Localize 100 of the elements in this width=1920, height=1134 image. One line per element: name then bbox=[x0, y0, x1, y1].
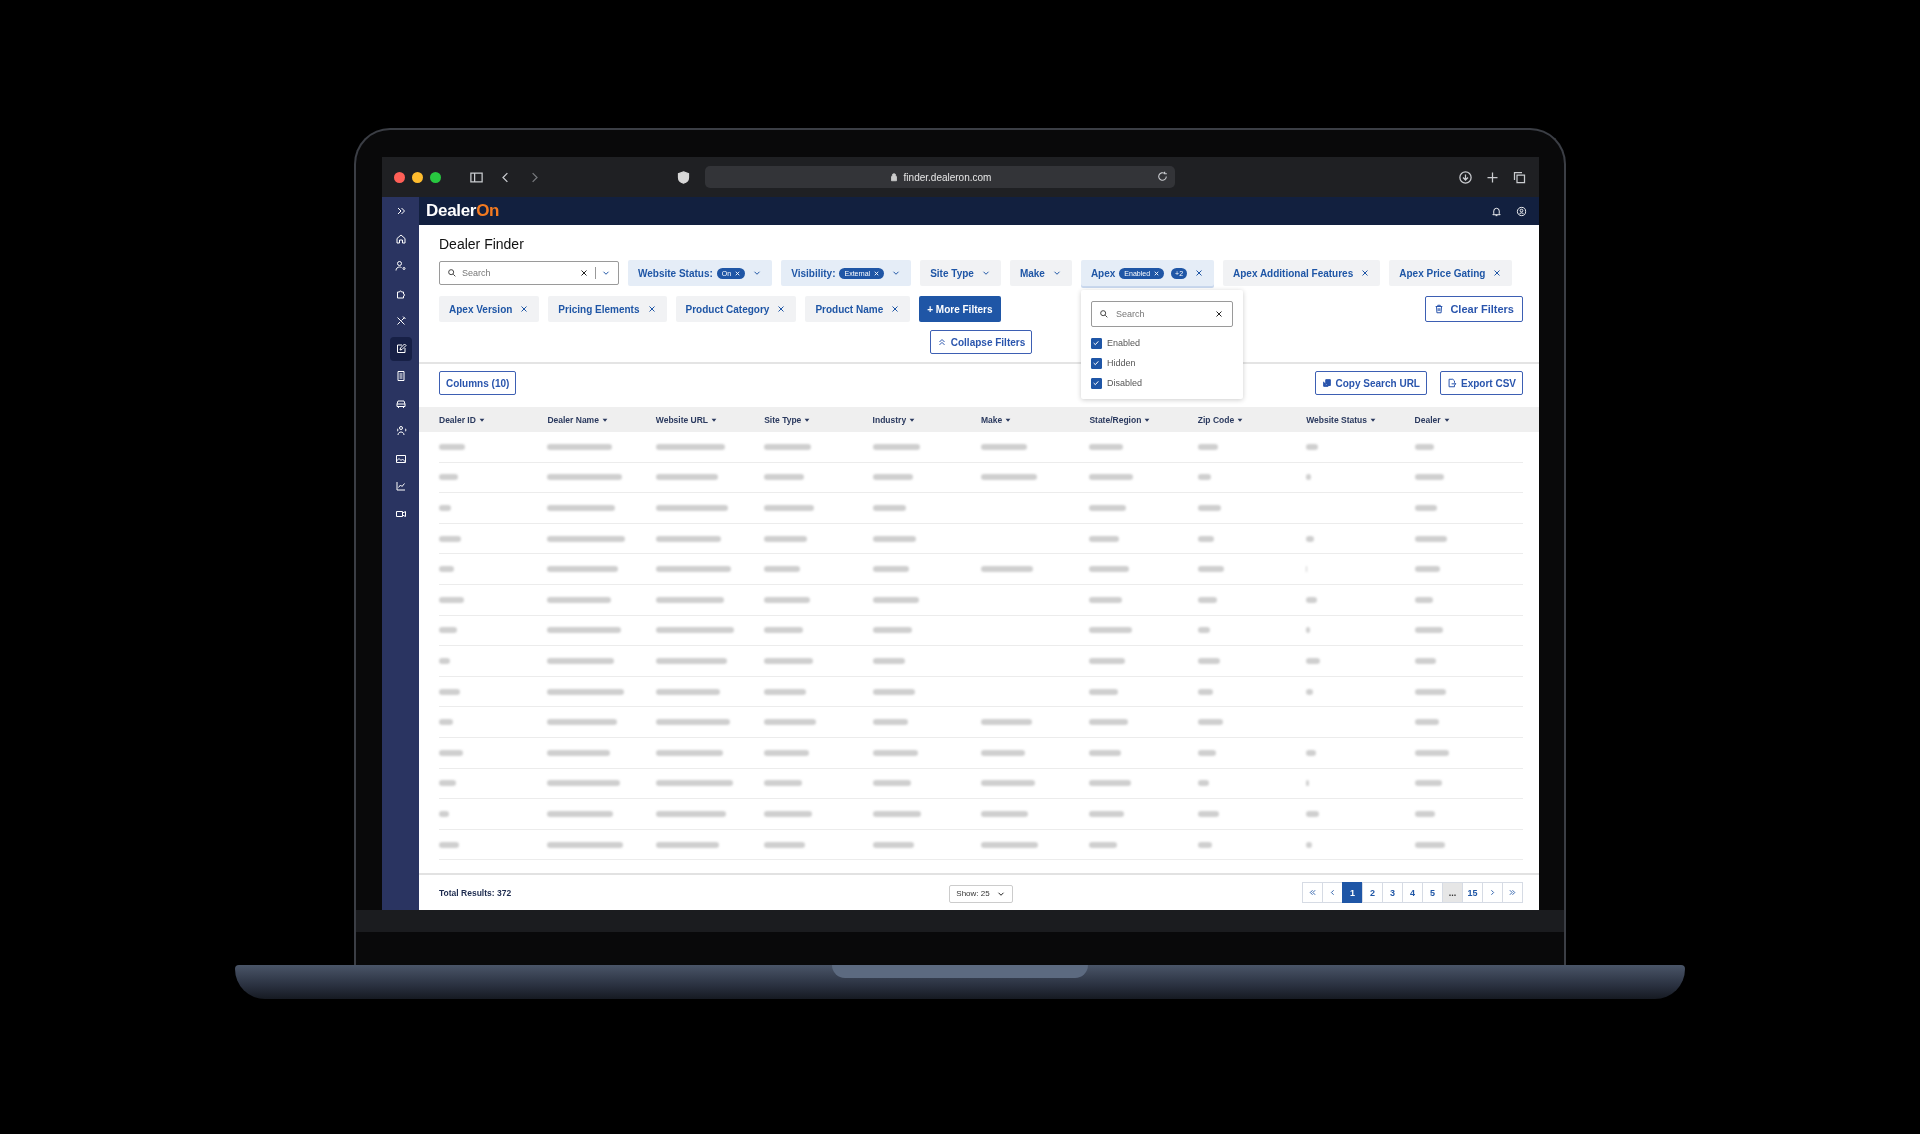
remove-icon[interactable] bbox=[734, 269, 742, 277]
people-icon bbox=[394, 425, 407, 437]
column-header[interactable]: Site Type bbox=[764, 414, 811, 425]
filter-label: Product Category bbox=[685, 303, 770, 315]
filter-label: Apex bbox=[1090, 267, 1116, 279]
filter-label: Apex Price Gating bbox=[1399, 267, 1486, 279]
download-icon[interactable] bbox=[1458, 169, 1473, 185]
remove-icon[interactable] bbox=[646, 304, 657, 314]
blurred-text bbox=[981, 474, 1037, 481]
column-header[interactable]: Dealer Name bbox=[547, 414, 608, 425]
column-header[interactable]: Industry bbox=[872, 414, 916, 425]
columns-button[interactable]: Columns (10) bbox=[439, 371, 517, 395]
blurred-text bbox=[1306, 535, 1315, 542]
blurred-text bbox=[1306, 627, 1311, 634]
sidebar-button[interactable] bbox=[389, 336, 412, 361]
clear-icon[interactable] bbox=[1213, 309, 1224, 319]
address-bar[interactable]: finder.dealeron.com bbox=[705, 166, 1175, 188]
filter-chip[interactable]: Product Name bbox=[805, 296, 911, 322]
tools-icon bbox=[394, 315, 407, 327]
blurred-text bbox=[981, 749, 1025, 756]
page-size-select[interactable]: Show: 25 bbox=[949, 884, 1013, 903]
chevron-left-icon bbox=[1328, 888, 1337, 897]
export-csv-button[interactable]: Export CSV bbox=[1440, 371, 1523, 395]
document-icon bbox=[394, 370, 407, 382]
user-icon[interactable] bbox=[1516, 205, 1527, 217]
blurred-text bbox=[764, 505, 815, 511]
minimize-window-button[interactable] bbox=[412, 171, 423, 183]
page-button[interactable]: 4 bbox=[1402, 882, 1423, 903]
clear-icon[interactable] bbox=[579, 268, 589, 278]
column-header[interactable]: Zip Code bbox=[1197, 414, 1244, 425]
remove-icon[interactable] bbox=[519, 304, 530, 314]
page-button[interactable]: 3 bbox=[1382, 882, 1403, 903]
sidebar-toggle-icon[interactable] bbox=[469, 169, 484, 185]
chevron-right-icon bbox=[1488, 888, 1497, 897]
column-header[interactable]: Dealer bbox=[1414, 414, 1450, 425]
blurred-text bbox=[1306, 474, 1312, 481]
filter-chip[interactable]: Product Category bbox=[675, 296, 797, 322]
sort-caret-icon bbox=[1144, 416, 1151, 423]
checkbox[interactable] bbox=[1090, 337, 1102, 349]
column-header[interactable]: Dealer ID bbox=[439, 414, 485, 425]
remove-icon[interactable] bbox=[890, 304, 901, 314]
checkbox[interactable] bbox=[1090, 357, 1102, 369]
page-button[interactable]: 5 bbox=[1422, 882, 1443, 903]
filter-chip[interactable]: Apex Additional Features bbox=[1223, 260, 1381, 286]
blurred-text bbox=[764, 443, 812, 450]
filter-chip[interactable]: Apex Price Gating bbox=[1389, 260, 1513, 286]
shield-icon[interactable] bbox=[676, 169, 691, 185]
tabs-icon[interactable] bbox=[1512, 169, 1527, 185]
collapse-filters-button[interactable]: Collapse Filters bbox=[929, 330, 1033, 354]
reload-icon[interactable] bbox=[1156, 170, 1169, 183]
maximize-window-button[interactable] bbox=[430, 171, 441, 183]
blurred-text bbox=[439, 657, 450, 664]
blurred-text bbox=[764, 780, 803, 787]
clear-filters-button[interactable]: Clear Filters bbox=[1425, 296, 1523, 322]
close-window-button[interactable] bbox=[394, 171, 405, 183]
page-button[interactable]: 15 bbox=[1462, 882, 1483, 903]
blurred-text bbox=[1197, 780, 1209, 787]
blurred-text bbox=[655, 596, 724, 603]
blurred-text bbox=[439, 841, 459, 848]
total-results: Total Results: 372 bbox=[439, 887, 513, 898]
blurred-text bbox=[981, 780, 1035, 787]
filter-label: Visibility: bbox=[791, 267, 836, 279]
column-header[interactable]: Website Status bbox=[1306, 414, 1376, 425]
checkbox[interactable] bbox=[1090, 377, 1102, 389]
chart-icon bbox=[394, 480, 407, 492]
filter-label: Apex Additional Features bbox=[1233, 267, 1354, 279]
remove-icon[interactable] bbox=[1360, 268, 1371, 278]
remove-icon[interactable] bbox=[776, 304, 787, 314]
search-field[interactable]: Search bbox=[439, 261, 619, 285]
previous-page-button[interactable] bbox=[1322, 882, 1343, 903]
blurred-text bbox=[1306, 841, 1313, 848]
more-filters-button[interactable]: + More Filters bbox=[919, 296, 1001, 322]
page-button[interactable]: 2 bbox=[1362, 882, 1383, 903]
copy-search-url-button[interactable]: Copy Search URL bbox=[1314, 371, 1427, 395]
blurred-text bbox=[872, 443, 920, 450]
column-header[interactable]: State/Region bbox=[1089, 414, 1151, 425]
column-header[interactable]: Make bbox=[981, 414, 1012, 425]
logo[interactable]: DealerOn bbox=[426, 201, 500, 221]
blurred-text bbox=[1089, 535, 1120, 542]
blurred-text bbox=[547, 810, 614, 817]
blurred-text bbox=[1306, 688, 1314, 695]
blurred-text bbox=[1197, 719, 1223, 726]
bell-icon[interactable] bbox=[1491, 205, 1502, 217]
filter-chip[interactable]: Pricing Elements bbox=[548, 296, 667, 322]
filter-chip[interactable]: Apex Version bbox=[439, 296, 540, 322]
page-button[interactable]: 1 bbox=[1342, 882, 1363, 903]
remove-icon[interactable] bbox=[873, 269, 881, 277]
filter-chip[interactable]: Make bbox=[1009, 260, 1072, 286]
search-field[interactable]: Search bbox=[1090, 301, 1233, 327]
option-label: Enabled bbox=[1106, 338, 1140, 348]
check-icon bbox=[1092, 379, 1101, 387]
blurred-text bbox=[1089, 443, 1124, 450]
blurred-text bbox=[872, 505, 906, 511]
blurred-text bbox=[1197, 596, 1217, 603]
filter-chip[interactable]: Site Type bbox=[920, 260, 1001, 286]
blurred-text bbox=[655, 688, 720, 695]
remove-icon[interactable] bbox=[1194, 268, 1205, 278]
column-header[interactable]: Website URL bbox=[655, 414, 718, 425]
remove-icon[interactable] bbox=[1153, 269, 1161, 277]
remove-icon[interactable] bbox=[1492, 268, 1503, 278]
